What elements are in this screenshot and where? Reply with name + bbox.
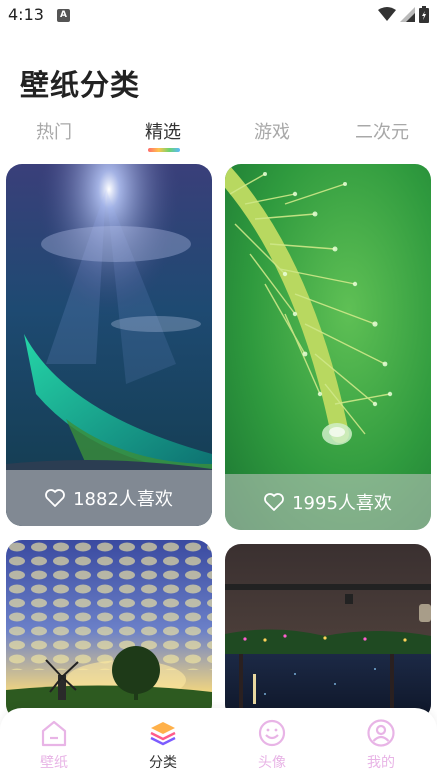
nav-item-mine[interactable]: 我的 [351,718,411,772]
heart-icon[interactable] [45,489,65,507]
nav-item-category[interactable]: 分类 [133,718,193,772]
status-icons [378,6,429,23]
nav-item-wallpaper[interactable]: 壁纸 [24,718,84,772]
tab-games[interactable]: 游戏 [254,118,290,144]
page-title: 壁纸分类 [20,68,141,102]
home-icon [41,720,67,747]
wallpaper-card[interactable]: 1995人喜欢 [225,164,431,530]
nav-label: 头像 [258,755,286,771]
tab-active-indicator [148,148,180,152]
nav-label: 分类 [149,755,177,771]
nav-item-avatar[interactable]: 头像 [242,718,302,772]
like-count: 1882人喜欢 [73,489,173,510]
notification-icon: A [57,9,70,22]
user-icon [367,719,395,747]
wallpaper-image [225,544,431,720]
like-count: 1995人喜欢 [292,493,392,514]
nav-label: 壁纸 [40,755,68,771]
signal-icon [400,7,415,22]
status-time: 4:13 [8,5,44,24]
heart-icon[interactable] [264,493,284,511]
layers-icon [150,722,176,746]
like-bar: 1995人喜欢 [225,474,431,530]
category-tabs: 热门 精选 游戏 二次元 [0,112,437,156]
status-bar: 4:13 A [0,0,437,32]
tab-anime[interactable]: 二次元 [355,118,409,144]
bottom-nav: 壁纸 分类 头像 我的 [0,708,437,778]
wallpaper-image [6,540,212,720]
wallpaper-card[interactable] [6,540,212,720]
wallpaper-card[interactable]: 1882人喜欢 [6,164,212,526]
tab-featured[interactable]: 精选 [145,118,181,144]
wifi-icon [378,7,396,21]
smile-icon [258,719,286,747]
like-bar: 1882人喜欢 [6,470,212,526]
nav-label: 我的 [367,755,395,771]
battery-icon [419,6,429,23]
tab-hot[interactable]: 热门 [36,118,72,144]
wallpaper-card[interactable] [225,544,431,720]
